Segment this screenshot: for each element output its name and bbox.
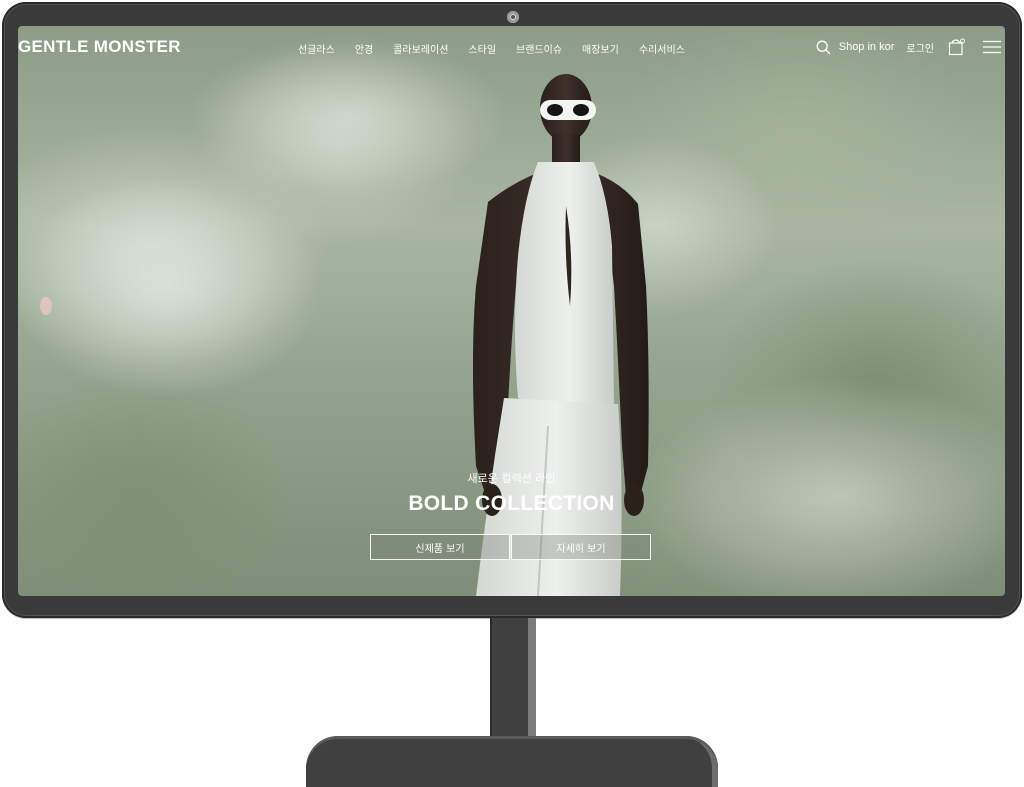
webcam-icon [507,11,519,23]
menu-item-stores[interactable]: 매장보기 [582,41,619,56]
top-navigation: GENTLE MONSTER 선글라스 안경 콜라보레이션 스타일 브랜드이슈 … [18,26,1005,70]
monitor-mockup: GENTLE MONSTER 선글라스 안경 콜라보레이션 스타일 브랜드이슈 … [0,0,1024,787]
shop-region-link[interactable]: Shop in kor [839,41,895,53]
new-products-button[interactable]: 신제품 보기 [370,534,510,560]
menu-item-repair-service[interactable]: 수리서비스 [639,41,685,56]
monitor-stand-neck [490,618,536,738]
main-menu: 선글라스 안경 콜라보레이션 스타일 브랜드이슈 매장보기 수리서비스 [298,41,705,56]
monitor-stand-base [306,736,718,787]
menu-item-style[interactable]: 스타일 [468,41,496,56]
hamburger-menu-icon[interactable] [983,40,1001,54]
nav-utilities: Shop in kor 로그인 [816,38,1001,56]
hero-cta-group: 신제품 보기 자세히 보기 [370,534,651,560]
search-icon[interactable] [816,40,831,55]
shopping-bag-icon[interactable] [948,38,965,56]
website-screen: GENTLE MONSTER 선글라스 안경 콜라보레이션 스타일 브랜드이슈 … [18,26,1005,596]
menu-item-glasses[interactable]: 안경 [355,41,373,56]
menu-item-sunglasses[interactable]: 선글라스 [298,41,335,56]
hero-subtitle: 새로운 컬렉션 라인 [467,472,556,485]
learn-more-button[interactable]: 자세히 보기 [511,534,651,560]
hero-title: BOLD COLLECTION [408,492,615,515]
login-link[interactable]: 로그인 [906,40,934,55]
menu-item-collaboration[interactable]: 콜라보레이션 [393,41,448,56]
menu-item-brand-issue[interactable]: 브랜드이슈 [516,41,562,56]
brand-logo[interactable]: GENTLE MONSTER [18,37,181,57]
